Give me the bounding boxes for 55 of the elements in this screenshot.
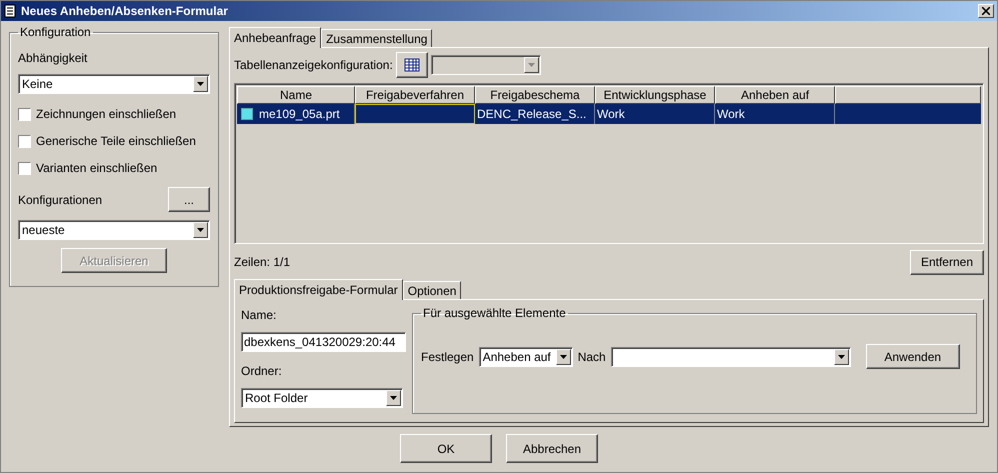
dropdown-arrow-icon	[197, 228, 204, 232]
column-header[interactable]: Anheben auf	[715, 86, 835, 104]
name-field[interactable]: dbexkens_041320029:20:44	[241, 332, 406, 352]
table-cell: DENC_Release_S...	[477, 107, 586, 121]
dialog-button[interactable]: Abbrechen	[506, 434, 598, 463]
group-title: Konfiguration	[19, 25, 92, 39]
table-config-button[interactable]	[396, 52, 428, 78]
window-icon	[4, 4, 16, 18]
tab[interactable]: Produktionsfreigabe-Formular	[234, 279, 403, 300]
row-count: Zeilen: 1/1	[234, 255, 290, 269]
table-cell: Work	[597, 107, 625, 121]
configurations-label: Konfigurationen	[18, 192, 102, 206]
table-cell: Work	[717, 107, 745, 121]
column-header[interactable]: Name	[237, 86, 355, 104]
tab[interactable]: Optionen	[402, 281, 462, 299]
checkbox-label: Zeichnungen einschließen	[36, 107, 176, 121]
checkbox-label: Generische Teile einschließen	[36, 134, 196, 148]
tab[interactable]: Anhebeanfrage	[229, 27, 322, 48]
close-button[interactable]	[978, 4, 994, 18]
table-icon	[404, 58, 420, 72]
tab[interactable]: Zusammenstellung	[321, 29, 432, 47]
group-title: Für ausgewählte Elemente	[422, 306, 567, 320]
table-config-label: Tabellenanzeigekonfiguration:	[234, 58, 393, 72]
set-dropdown[interactable]: Anheben auf	[478, 346, 573, 366]
window-title: Neues Anheben/Absenken-Formular	[21, 4, 229, 18]
dropdown-arrow-icon	[390, 396, 397, 400]
browse-button[interactable]: ...	[168, 187, 210, 212]
checkbox[interactable]	[18, 162, 31, 174]
checkbox-label: Varianten einschließen	[36, 161, 158, 175]
dependency-label: Abhängigkeit	[18, 51, 88, 65]
folder-label: Ordner:	[241, 364, 283, 378]
dialog-button[interactable]: OK	[400, 434, 492, 463]
to-dropdown[interactable]	[610, 346, 851, 366]
dependency-dropdown[interactable]: Keine	[18, 74, 210, 94]
table-cell: me109_05a.prt	[259, 107, 340, 121]
to-label: Nach	[578, 350, 606, 364]
dropdown-arrow-icon	[197, 82, 204, 86]
column-header[interactable]: Freigabeschema	[475, 86, 595, 104]
checkbox[interactable]	[18, 108, 31, 120]
dropdown-arrow-icon	[528, 63, 535, 67]
column-header[interactable]: Freigabeverfahren	[355, 86, 475, 104]
part-icon	[241, 108, 253, 120]
name-label: Name:	[241, 308, 278, 322]
checkbox[interactable]	[18, 134, 31, 148]
column-header[interactable]: Entwicklungsphase	[595, 86, 715, 104]
close-icon	[982, 7, 990, 15]
table-row[interactable]: me109_05a.prt DENC_Release_S... Work Work	[237, 104, 981, 124]
set-label: Festlegen	[421, 350, 474, 364]
remove-button[interactable]: Entfernen	[910, 250, 984, 274]
configuration-dropdown[interactable]: neueste	[18, 220, 210, 240]
table-config-dropdown[interactable]	[430, 55, 541, 75]
dropdown-arrow-icon	[838, 354, 845, 358]
folder-dropdown[interactable]: Root Folder	[241, 388, 403, 408]
dropdown-arrow-icon	[560, 354, 567, 358]
apply-button[interactable]: Anwenden	[866, 344, 960, 369]
